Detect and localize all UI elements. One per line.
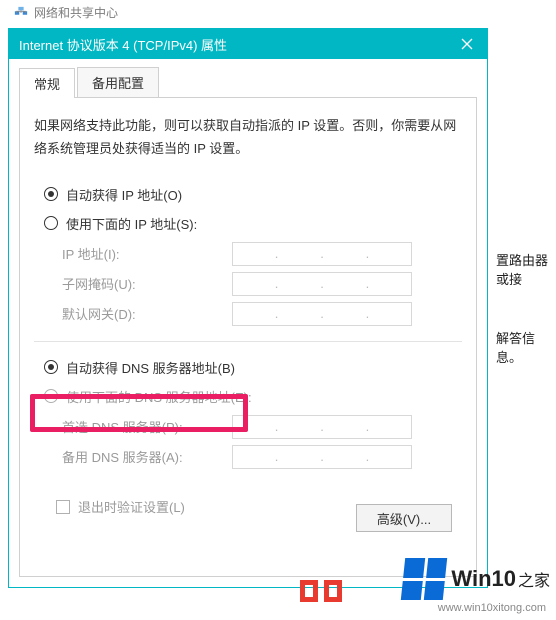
watermark-url: www.win10xitong.com	[438, 602, 546, 614]
parent-window-label: 网络和共享中心	[34, 4, 118, 21]
close-button[interactable]	[447, 29, 487, 59]
radio-dns-auto[interactable]: 自动获得 DNS 服务器地址(B)	[34, 354, 462, 381]
radio-icon	[44, 216, 58, 230]
tab-strip: 常规 备用配置	[19, 67, 477, 98]
default-gateway-input: ...	[232, 302, 412, 326]
checkbox-validate-on-exit[interactable]: 退出时验证设置(L)	[46, 487, 185, 526]
parent-window-title: 网络和共享中心	[14, 4, 118, 21]
watermark-brand: Win10之家	[451, 566, 550, 592]
alternate-dns-input: ...	[232, 445, 412, 469]
radio-icon	[44, 389, 58, 403]
preferred-dns-input: ...	[232, 415, 412, 439]
radio-dns-manual[interactable]: 使用下面的 DNS 服务器地址(E):	[34, 383, 462, 410]
field-default-gateway: 默认网关(D): ...	[34, 299, 462, 329]
decorative-red-bars	[300, 580, 342, 602]
tab-general[interactable]: 常规	[19, 68, 75, 98]
radio-icon	[44, 187, 58, 201]
watermark: Win10之家 www.win10xitong.com	[403, 558, 550, 614]
tab-panel-general: 如果网络支持此功能，则可以获取自动指派的 IP 设置。否则，你需要从网络系统管理…	[19, 97, 477, 577]
titlebar: Internet 协议版本 4 (TCP/IPv4) 属性	[9, 29, 487, 59]
field-dns-alternate: 备用 DNS 服务器(A): ...	[34, 442, 462, 472]
dialog-title: Internet 协议版本 4 (TCP/IPv4) 属性	[19, 35, 447, 54]
radio-ip-auto[interactable]: 自动获得 IP 地址(O)	[34, 181, 462, 208]
field-subnet-mask: 子网掩码(U): ...	[34, 269, 462, 299]
field-ip-address: IP 地址(I): ...	[34, 239, 462, 269]
tab-alternate[interactable]: 备用配置	[77, 67, 159, 98]
subnet-mask-input: ...	[232, 272, 412, 296]
field-dns-preferred: 首选 DNS 服务器(P): ...	[34, 412, 462, 442]
radio-ip-manual[interactable]: 使用下面的 IP 地址(S):	[34, 210, 462, 237]
advanced-button[interactable]: 高级(V)...	[356, 504, 452, 532]
windows-logo-icon	[401, 558, 447, 600]
background-text: 置路由器或接 解答信息。	[496, 250, 556, 370]
separator	[34, 341, 462, 342]
checkbox-icon	[56, 500, 70, 514]
ip-address-input: ...	[232, 242, 412, 266]
network-icon	[14, 6, 28, 20]
ipv4-properties-dialog: Internet 协议版本 4 (TCP/IPv4) 属性 常规 备用配置 如果…	[8, 28, 488, 588]
radio-icon	[44, 360, 58, 374]
description-text: 如果网络支持此功能，则可以获取自动指派的 IP 设置。否则，你需要从网络系统管理…	[34, 114, 462, 161]
